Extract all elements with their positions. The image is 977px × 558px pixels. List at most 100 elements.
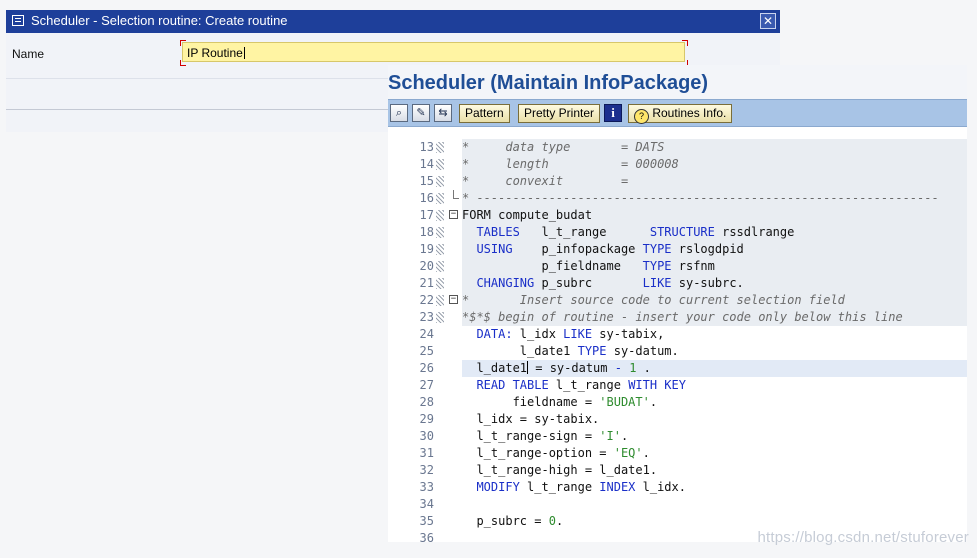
routines-info-label: Routines Info.	[652, 106, 727, 120]
comment-token: * --------------------------------------…	[462, 191, 939, 205]
code-line[interactable]: 20 p_fieldname TYPE rsfnm	[388, 258, 967, 275]
code-token: .	[555, 514, 564, 528]
string-token: 'EQ'	[613, 446, 643, 460]
code-token: p_fieldname	[462, 259, 643, 273]
line-number: 31	[419, 446, 434, 460]
line-number: 28	[419, 395, 434, 409]
protected-line-marker	[436, 295, 444, 306]
pattern-button[interactable]: Pattern	[459, 104, 510, 123]
code-line[interactable]: 19 USING p_infopackage TYPE rslogdpid	[388, 241, 967, 258]
code-token: p_infopackage	[512, 242, 643, 256]
display-change-icon[interactable]: ✎	[412, 104, 430, 122]
line-number: 14	[419, 157, 434, 171]
code-line[interactable]: 26 l_date1 = sy-datum - 1 .	[388, 360, 967, 377]
code-text: READ TABLE l_t_range WITH KEY	[462, 377, 686, 394]
code-line[interactable]: 27 READ TABLE l_t_range WITH KEY	[388, 377, 967, 394]
code-line[interactable]: 32 l_t_range-high = l_date1.	[388, 462, 967, 479]
code-token: .	[620, 429, 629, 443]
code-text: * Insert source code to current selectio…	[462, 292, 845, 309]
line-number: 15	[419, 174, 434, 188]
code-line[interactable]: 31 l_t_range-option = 'EQ'.	[388, 445, 967, 462]
close-icon[interactable]: ✕	[760, 13, 776, 29]
line-number: 32	[419, 463, 434, 477]
find-icon[interactable]: ⌕	[390, 104, 408, 122]
code-token: .	[642, 446, 650, 460]
protected-line-marker	[436, 210, 444, 221]
keyword-token: DATA:	[462, 327, 513, 341]
line-number: 17	[419, 208, 434, 222]
code-token: l_t_range	[548, 378, 629, 392]
string-token: 'I'	[599, 429, 621, 443]
line-number: 22	[419, 293, 434, 307]
code-token: rsfnm	[671, 259, 715, 273]
code-token: l_t_range-option =	[462, 446, 614, 460]
comment-token: * data type = DATS	[462, 140, 665, 154]
code-line[interactable]: 35 p_subrc = 0.	[388, 513, 967, 530]
number-token: 0	[548, 514, 556, 528]
protected-line-marker	[436, 244, 444, 255]
code-line[interactable]: 29 l_idx = sy-tabix.	[388, 411, 967, 428]
code-token: l_t_range-high = l_date1.	[462, 463, 658, 477]
pretty-printer-button[interactable]: Pretty Printer	[518, 104, 601, 123]
line-number: 29	[419, 412, 434, 426]
code-line[interactable]: 18 TABLES l_t_range STRUCTURE rssdlrange	[388, 224, 967, 241]
protected-line-marker	[436, 142, 444, 153]
protected-line-marker	[436, 312, 444, 323]
info-icon[interactable]: i	[604, 104, 622, 122]
comment-token: * Insert source code to current selectio…	[462, 293, 845, 307]
keyword-token: USING	[462, 242, 513, 256]
code-line[interactable]: 15 * convexit =	[388, 173, 967, 190]
code-token: l_date1	[462, 344, 578, 358]
routines-info-button[interactable]: ? Routines Info.	[628, 104, 733, 124]
code-line[interactable]: 17 − FORM compute_budat	[388, 207, 967, 224]
code-text: l_t_range-high = l_date1.	[462, 462, 657, 479]
code-token: l_t_range-sign =	[462, 429, 600, 443]
code-line[interactable]: 13 * data type = DATS	[388, 139, 967, 156]
edit-window-icon	[12, 15, 24, 26]
line-number: 30	[419, 429, 434, 443]
code-line[interactable]: 24 DATA: l_idx LIKE sy-tabix,	[388, 326, 967, 343]
code-token: p_subrc	[534, 276, 643, 290]
keyword-token: TYPE	[642, 259, 672, 273]
routine-name-input[interactable]: IP Routine	[182, 42, 685, 62]
required-marker-bl	[180, 60, 186, 66]
name-label: Name	[12, 47, 45, 61]
code-line[interactable]: 25 l_date1 TYPE sy-datum.	[388, 343, 967, 360]
code-line[interactable]: 16 * ------------------------------------…	[388, 190, 967, 207]
collapse-icon[interactable]: −	[449, 295, 458, 304]
code-token: sy-datum.	[606, 344, 679, 358]
code-text: p_fieldname TYPE rsfnm	[462, 258, 715, 275]
abap-editor-window: Scheduler (Maintain InfoPackage) ⌕ ✎ ⇆ P…	[388, 65, 967, 542]
protected-line-marker	[436, 176, 444, 187]
protected-line-marker	[436, 159, 444, 170]
code-line[interactable]: 23 *$*$ begin of routine - insert your co…	[388, 309, 967, 326]
code-line[interactable]: 14 * length = 000008	[388, 156, 967, 173]
keyword-token: TYPE	[577, 344, 607, 358]
comment-token: *$*$ begin of routine - insert your code…	[462, 310, 903, 324]
help-icon: ?	[634, 109, 649, 124]
protected-line-marker	[436, 227, 444, 238]
line-number: 33	[419, 480, 434, 494]
code-text: l_date1 = sy-datum - 1 .	[462, 360, 651, 377]
code-text: MODIFY l_t_range INDEX l_idx.	[462, 479, 686, 496]
code-line[interactable]: 28 fieldname = 'BUDAT'.	[388, 394, 967, 411]
code-text: TABLES l_t_range STRUCTURE rssdlrange	[462, 224, 794, 241]
code-text: * data type = DATS	[462, 139, 664, 156]
comment-token: * length = 000008	[462, 157, 679, 171]
code-editor[interactable]: 13 * data type = DATS 14 * length = 000008 1…	[388, 139, 967, 542]
keyword-token: INDEX	[599, 480, 636, 494]
code-line[interactable]: 21 CHANGING p_subrc LIKE sy-subrc.	[388, 275, 967, 292]
collapse-icon[interactable]: −	[449, 210, 458, 219]
routine-name-value[interactable]: IP Routine	[187, 46, 245, 60]
comment-token: * convexit =	[462, 174, 629, 188]
check-icon[interactable]: ⇆	[434, 104, 452, 122]
line-number: 24	[419, 327, 434, 341]
dialog-titlebar: Scheduler - Selection routine: Create ro…	[6, 10, 780, 33]
code-line[interactable]: 22 − * Insert source code to current selec…	[388, 292, 967, 309]
code-line[interactable]: 33 MODIFY l_t_range INDEX l_idx.	[388, 479, 967, 496]
code-line[interactable]: 30 l_t_range-sign = 'I'.	[388, 428, 967, 445]
code-line[interactable]: 34	[388, 496, 967, 513]
line-number: 19	[419, 242, 434, 256]
keyword-token: TYPE	[642, 242, 672, 256]
code-text: FORM compute_budat	[462, 207, 592, 224]
